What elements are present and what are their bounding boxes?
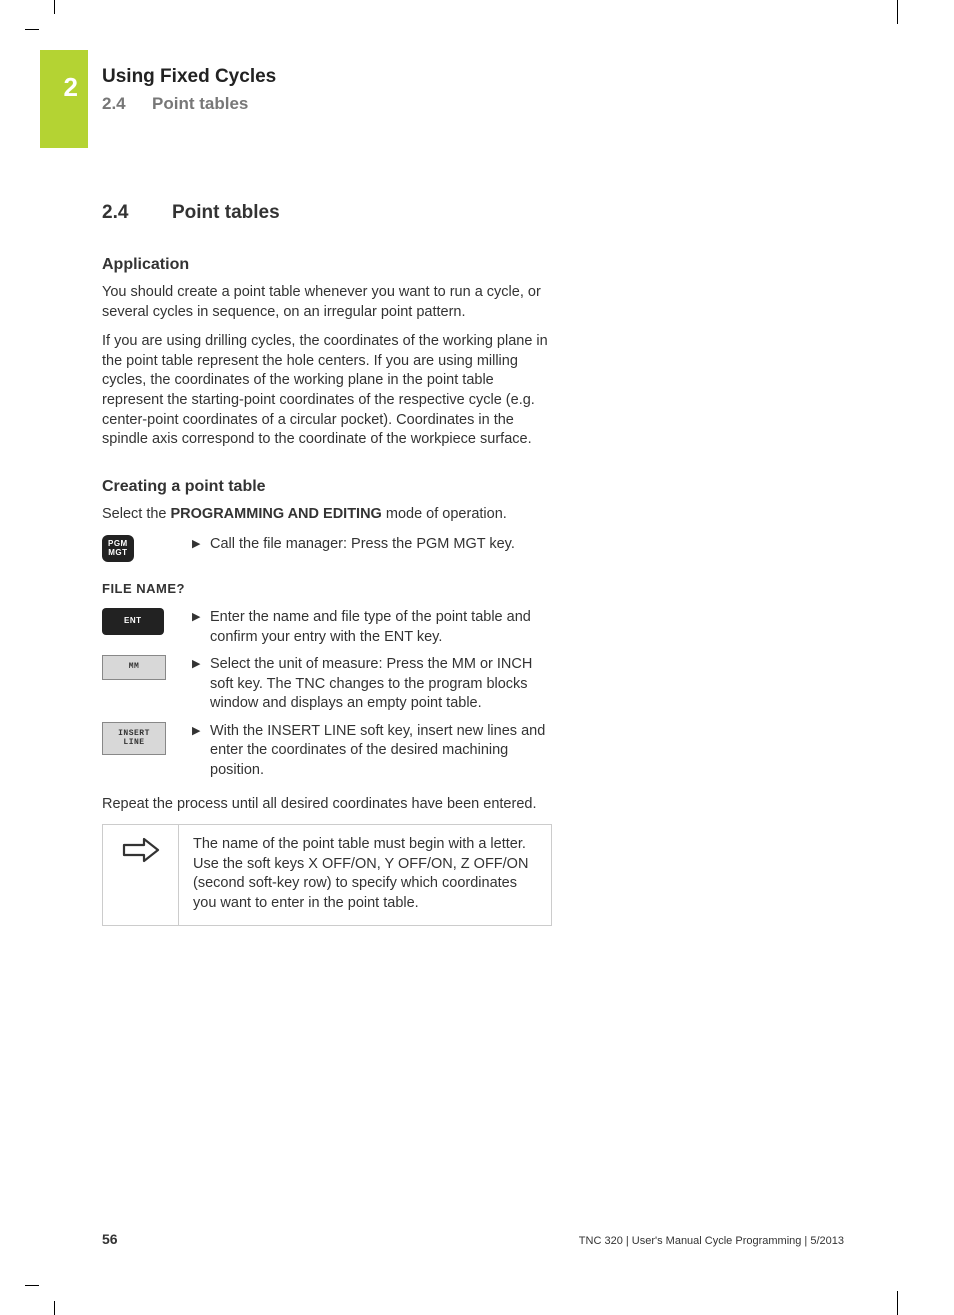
arrow-right-icon (120, 835, 162, 865)
main-heading: 2.4Point tables (102, 200, 552, 226)
step-row: ENT ▶ Enter the name and file type of th… (102, 608, 552, 647)
subheading-creating: Creating a point table (102, 476, 552, 498)
triangle-bullet-icon: ▶ (192, 722, 210, 781)
application-p1: You should create a point table whenever… (102, 283, 552, 322)
step-row: MM ▶ Select the unit of measure: Press t… (102, 655, 552, 714)
step-text: With the INSERT LINE soft key, insert ne… (210, 722, 552, 781)
crop-mark (25, 1285, 39, 1315)
step-row: PGMMGT ▶ Call the file manager: Press th… (102, 535, 552, 563)
step-row: INSERTLINE ▶ With the INSERT LINE soft k… (102, 722, 552, 781)
section-subtitle: 2.4Point tables (102, 94, 276, 114)
chapter-tab: 2 (40, 50, 88, 148)
triangle-bullet-icon: ▶ (192, 608, 210, 647)
triangle-bullet-icon: ▶ (192, 655, 210, 714)
key-column: INSERTLINE (102, 722, 192, 756)
page-footer: 56 TNC 320 | User's Manual Cycle Program… (102, 1231, 844, 1247)
key-column: PGMMGT (102, 535, 192, 563)
repeat-note: Repeat the process until all desired coo… (102, 795, 552, 815)
subheading-application: Application (102, 254, 552, 276)
mm-softkey-icon: MM (102, 655, 166, 680)
section-title: Point tables (152, 94, 248, 113)
page-number: 56 (102, 1231, 118, 1247)
page-header: Using Fixed Cycles 2.4Point tables (102, 66, 276, 114)
step-text: Enter the name and file type of the poin… (210, 608, 552, 647)
key-column: MM (102, 655, 192, 680)
section-number: 2.4 (102, 94, 152, 114)
ent-key-icon: ENT (102, 608, 164, 635)
crop-mark (25, 0, 39, 30)
creating-intro: Select the PROGRAMMING AND EDITING mode … (102, 505, 552, 525)
triangle-bullet-icon: ▶ (192, 535, 210, 555)
insert-line-softkey-icon: INSERTLINE (102, 722, 166, 756)
crop-mark (884, 0, 898, 24)
step-text: Select the unit of measure: Press the MM… (210, 655, 552, 714)
note-box: The name of the point table must begin w… (102, 824, 552, 926)
file-name-prompt: FILE NAME? (102, 580, 552, 598)
note-icon-column (103, 825, 179, 925)
content-body: 2.4Point tables Application You should c… (102, 200, 552, 926)
chapter-title: Using Fixed Cycles (102, 66, 276, 88)
note-text: The name of the point table must begin w… (179, 825, 551, 925)
heading-title: Point tables (172, 202, 280, 223)
application-p2: If you are using drilling cycles, the co… (102, 332, 552, 449)
key-column: ENT (102, 608, 192, 635)
footer-text: TNC 320 | User's Manual Cycle Programmin… (579, 1235, 844, 1247)
step-text: Call the file manager: Press the PGM MGT… (210, 535, 552, 555)
heading-number: 2.4 (102, 200, 172, 226)
chapter-number: 2 (64, 72, 78, 102)
crop-mark (884, 1291, 898, 1315)
pgm-mgt-key-icon: PGMMGT (102, 535, 134, 563)
